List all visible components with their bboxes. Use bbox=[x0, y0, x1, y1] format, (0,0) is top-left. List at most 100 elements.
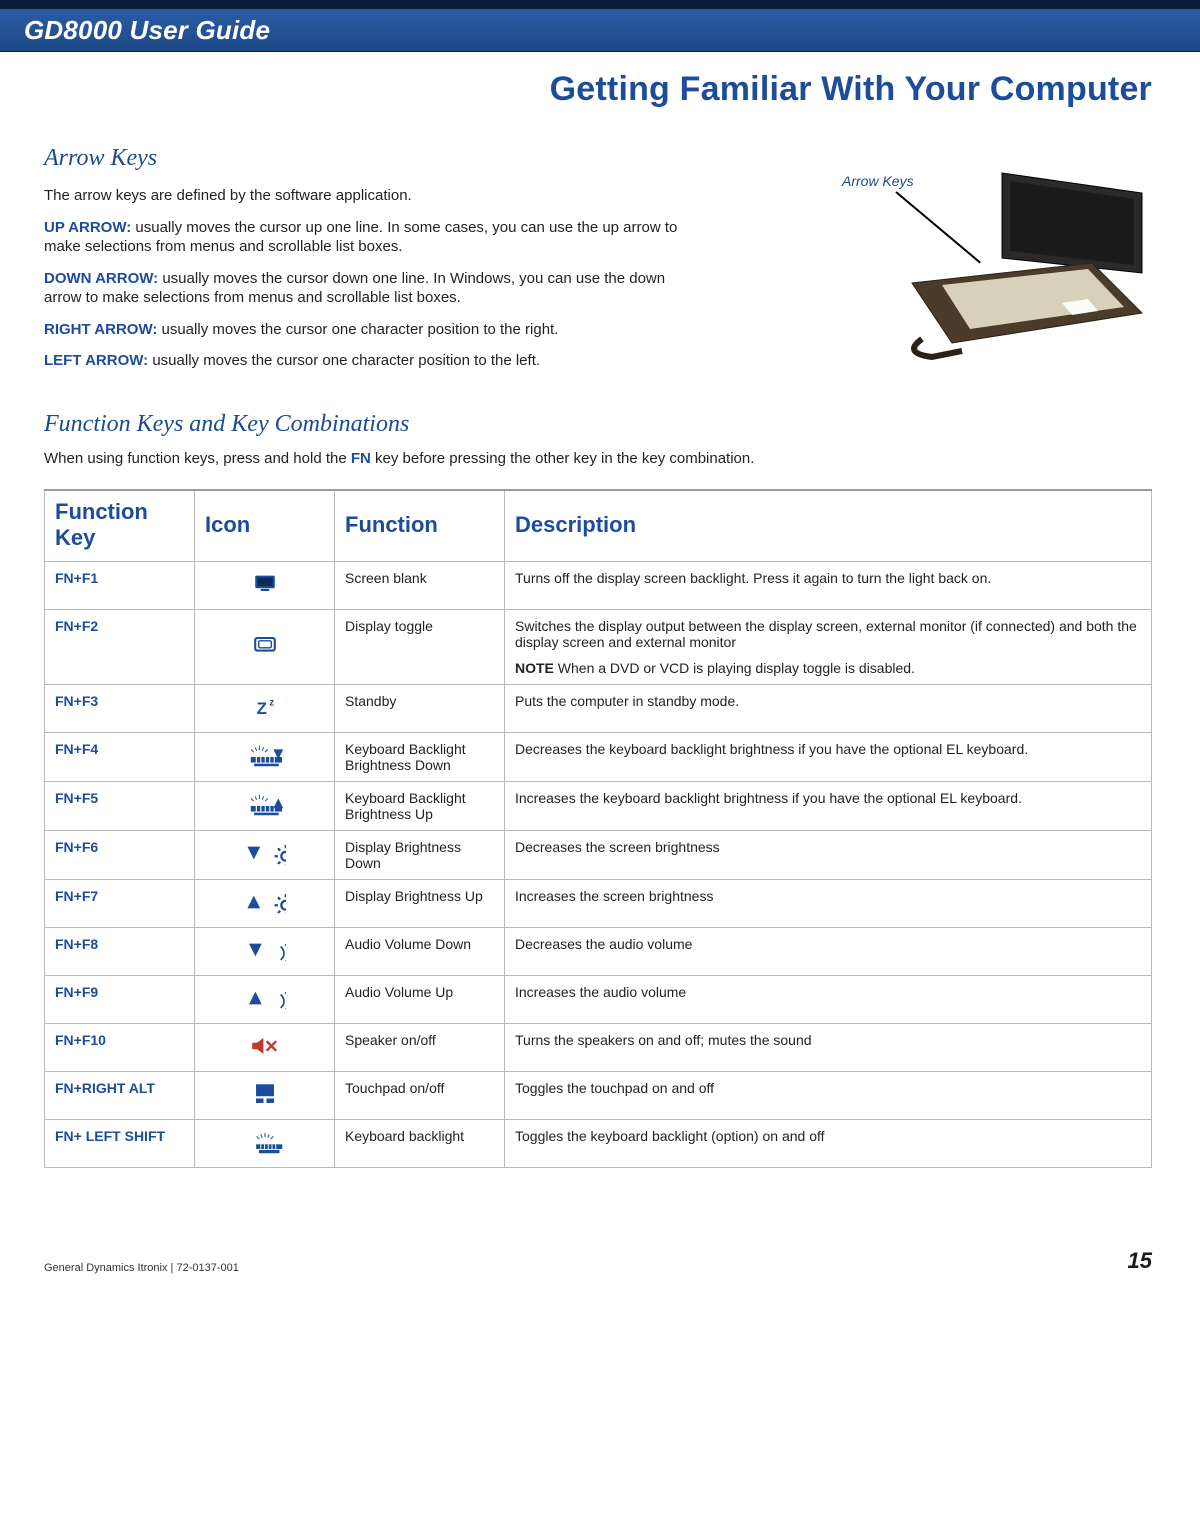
col-function-key: Function Key bbox=[45, 490, 195, 562]
fn-desc-note: NOTE When a DVD or VCD is playing displa… bbox=[515, 660, 1141, 676]
arrow-keys-intro: The arrow keys are defined by the softwa… bbox=[44, 186, 684, 206]
section-title: Getting Familiar With Your Computer bbox=[0, 70, 1152, 109]
fn-table-header-row: Function Key Icon Function Description bbox=[45, 490, 1152, 562]
header-stripe bbox=[0, 0, 1200, 8]
table-row: FN+F8 Audio Volume Down Decreases the audi… bbox=[45, 927, 1152, 975]
arrow-keys-block: Arrow Keys The arrow keys are defined by… bbox=[44, 143, 1152, 383]
fn-desc-cell: Increases the screen brightness bbox=[505, 879, 1152, 927]
arrow-keys-heading: Arrow Keys bbox=[44, 143, 788, 174]
fn-desc-text: Turns off the display screen backlight. … bbox=[515, 570, 1141, 586]
table-row: FN+F6Display Brightness DownDecreases th… bbox=[45, 830, 1152, 879]
kbd-backlight-up-icon bbox=[195, 781, 335, 830]
fn-name-cell: Speaker on/off bbox=[335, 1023, 505, 1071]
fn-desc-text: Decreases the audio volume bbox=[515, 936, 1141, 952]
fn-intro: When using function keys, press and hold… bbox=[44, 450, 1152, 467]
fn-key-cell: FN+F4 bbox=[45, 732, 195, 781]
fn-desc-cell: Puts the computer in standby mode. bbox=[505, 684, 1152, 732]
fn-desc-text: Toggles the keyboard backlight (option) … bbox=[515, 1128, 1141, 1144]
fn-name-cell: Touchpad on/off bbox=[335, 1071, 505, 1119]
fn-key-cell: FN+F5 bbox=[45, 781, 195, 830]
table-row: FN+F2 Display toggleSwitches the display … bbox=[45, 609, 1152, 684]
display-toggle-icon bbox=[195, 609, 335, 684]
arrow-right-item: RIGHT ARROW: usually moves the cursor on… bbox=[44, 320, 684, 340]
arrow-right-text: usually moves the cursor one character p… bbox=[162, 321, 559, 338]
fn-desc-cell: Toggles the touchpad on and off bbox=[505, 1071, 1152, 1119]
section-title-area: Getting Familiar With Your Computer bbox=[0, 52, 1200, 115]
table-row: FN+F4 Keyboard Backlight Brightness DownD… bbox=[45, 732, 1152, 781]
kbd-backlight-toggle-icon bbox=[195, 1119, 335, 1167]
volume-down-icon bbox=[195, 927, 335, 975]
table-row: FN+F3 Standby Puts the computer in standby… bbox=[45, 684, 1152, 732]
fn-desc-text: Decreases the screen brightness bbox=[515, 839, 1141, 855]
product-title: GD8000 User Guide bbox=[24, 15, 270, 46]
page-number: 15 bbox=[1128, 1248, 1152, 1274]
arrow-up-label: UP ARROW: bbox=[44, 219, 131, 236]
screen-blank-icon bbox=[195, 561, 335, 609]
laptop-illustration bbox=[892, 163, 1152, 363]
fn-desc-cell: Switches the display output between the … bbox=[505, 609, 1152, 684]
fn-name-cell: Audio Volume Up bbox=[335, 975, 505, 1023]
standby-icon bbox=[195, 684, 335, 732]
fn-name-cell: Display toggle bbox=[335, 609, 505, 684]
fn-desc-cell: Increases the keyboard backlight brightn… bbox=[505, 781, 1152, 830]
fn-name-cell: Display Brightness Up bbox=[335, 879, 505, 927]
speaker-mute-icon bbox=[195, 1023, 335, 1071]
fn-key-name: FN bbox=[351, 450, 371, 467]
fn-key-cell: FN+F1 bbox=[45, 561, 195, 609]
fn-desc-cell: Increases the audio volume bbox=[505, 975, 1152, 1023]
fn-name-cell: Keyboard Backlight Brightness Up bbox=[335, 781, 505, 830]
fn-key-cell: FN+ LEFT SHIFT bbox=[45, 1119, 195, 1167]
brightness-down-icon bbox=[195, 830, 335, 879]
note-label: NOTE bbox=[515, 660, 554, 676]
table-row: FN+F10 Speaker on/off Turns the speakers o… bbox=[45, 1023, 1152, 1071]
fn-desc-text: Turns the speakers on and off; mutes the… bbox=[515, 1032, 1141, 1048]
fn-table: Function Key Icon Function Description F… bbox=[44, 489, 1152, 1168]
col-icon: Icon bbox=[195, 490, 335, 562]
volume-up-icon bbox=[195, 975, 335, 1023]
fn-desc-text: Increases the audio volume bbox=[515, 984, 1141, 1000]
fn-desc-cell: Turns off the display screen backlight. … bbox=[505, 561, 1152, 609]
arrow-left-text: usually moves the cursor one character p… bbox=[152, 352, 540, 369]
header-bar: GD8000 User Guide bbox=[0, 8, 1200, 52]
fn-key-cell: FN+F3 bbox=[45, 684, 195, 732]
fn-key-cell: FN+RIGHT ALT bbox=[45, 1071, 195, 1119]
note-text: When a DVD or VCD is playing display tog… bbox=[554, 660, 915, 676]
fn-name-cell: Screen blank bbox=[335, 561, 505, 609]
kbd-backlight-down-icon bbox=[195, 732, 335, 781]
col-function: Function bbox=[335, 490, 505, 562]
table-row: FN+ LEFT SHIFT Keyboard backlight Toggles … bbox=[45, 1119, 1152, 1167]
arrow-down-label: DOWN ARROW: bbox=[44, 270, 158, 287]
fn-desc-text: Increases the keyboard backlight brightn… bbox=[515, 790, 1141, 806]
arrow-right-label: RIGHT ARROW: bbox=[44, 321, 157, 338]
fn-key-cell: FN+F8 bbox=[45, 927, 195, 975]
page: GD8000 User Guide Getting Familiar With … bbox=[0, 0, 1200, 1314]
arrow-keys-figure: Arrow Keys bbox=[812, 143, 1152, 383]
fn-name-cell: Audio Volume Down bbox=[335, 927, 505, 975]
fn-key-cell: FN+F6 bbox=[45, 830, 195, 879]
arrow-up-text: usually moves the cursor up one line. In… bbox=[44, 219, 677, 256]
fn-key-cell: FN+F10 bbox=[45, 1023, 195, 1071]
fn-desc-cell: Decreases the keyboard backlight brightn… bbox=[505, 732, 1152, 781]
fn-intro-pre: When using function keys, press and hold… bbox=[44, 450, 351, 467]
fn-desc-text: Puts the computer in standby mode. bbox=[515, 693, 1141, 709]
fn-key-cell: FN+F7 bbox=[45, 879, 195, 927]
footer: General Dynamics Itronix | 72-0137-001 1… bbox=[0, 1248, 1200, 1274]
fn-desc-text: Toggles the touchpad on and off bbox=[515, 1080, 1141, 1096]
fn-name-cell: Keyboard backlight bbox=[335, 1119, 505, 1167]
col-description: Description bbox=[505, 490, 1152, 562]
fn-key-cell: FN+F2 bbox=[45, 609, 195, 684]
fn-intro-post: key before pressing the other key in the… bbox=[371, 450, 755, 467]
fn-desc-cell: Toggles the keyboard backlight (option) … bbox=[505, 1119, 1152, 1167]
touchpad-toggle-icon bbox=[195, 1071, 335, 1119]
table-row: FN+F7 Display Brightness Up Increases the … bbox=[45, 879, 1152, 927]
fn-name-cell: Standby bbox=[335, 684, 505, 732]
fn-desc-cell: Decreases the audio volume bbox=[505, 927, 1152, 975]
fn-desc-text: Increases the screen brightness bbox=[515, 888, 1141, 904]
table-row: FN+F1 Screen blank Turns off the display s… bbox=[45, 561, 1152, 609]
arrow-left-label: LEFT ARROW: bbox=[44, 352, 148, 369]
arrow-left-item: LEFT ARROW: usually moves the cursor one… bbox=[44, 351, 684, 371]
fn-desc-cell: Decreases the screen brightness bbox=[505, 830, 1152, 879]
fn-name-cell: Keyboard Backlight Brightness Down bbox=[335, 732, 505, 781]
table-row: FN+F5 Keyboard Backlight Brightness Up Inc… bbox=[45, 781, 1152, 830]
table-row: FN+RIGHT ALT Touchpad on/off Toggles the t… bbox=[45, 1071, 1152, 1119]
